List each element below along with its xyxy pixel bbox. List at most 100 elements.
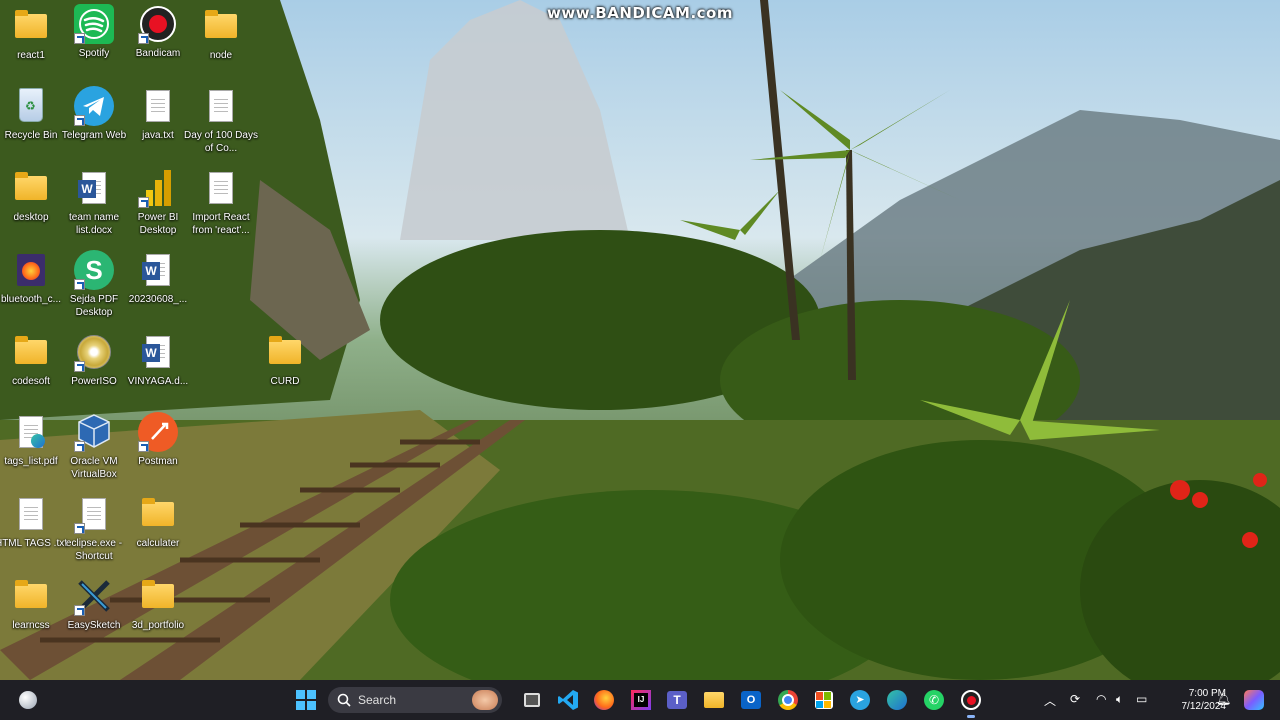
edge-badge-icon	[31, 434, 45, 448]
desktop-icon-postman[interactable]: Postman	[121, 412, 195, 468]
taskbar-teams[interactable]: T	[663, 686, 691, 714]
taskbar-firefox[interactable]	[590, 686, 618, 714]
folder-icon	[142, 498, 174, 526]
power-bi-icon	[146, 170, 172, 206]
taskbar-telegram[interactable]: ➤	[846, 686, 874, 714]
start-button[interactable]	[292, 686, 320, 714]
firefox-icon	[17, 254, 45, 286]
desktop-icon-vinyaga[interactable]: W VINYAGA.d...	[121, 332, 195, 388]
desktop-icon-label: Spotify	[78, 48, 110, 59]
store-icon	[815, 691, 833, 709]
desktop-icon-label: Oracle VM VirtualBox	[70, 456, 118, 480]
file-icon	[82, 498, 106, 530]
taskbar-vscode[interactable]	[554, 686, 582, 714]
desktop-icon-label: Postman	[138, 456, 178, 467]
desktop-icon-team-name-list[interactable]: W team name list.docx	[57, 168, 131, 237]
file-explorer-icon	[704, 692, 724, 708]
text-file-icon	[19, 498, 43, 530]
text-file-icon	[209, 90, 233, 122]
shortcut-arrow-icon	[74, 33, 85, 44]
desktop-icon-label: eclipse.exe - Shortcut	[65, 538, 123, 562]
desktop-icon-calculater[interactable]: calculater	[121, 494, 195, 550]
desktop-icon-curd[interactable]: CURD	[248, 332, 322, 388]
battery-icon[interactable]: ▭	[1136, 692, 1147, 706]
taskbar-search-box[interactable]: Search	[328, 687, 502, 713]
taskbar-bandicam[interactable]	[957, 686, 985, 718]
folder-icon	[142, 580, 174, 608]
intellij-icon: IJ	[631, 690, 651, 710]
desktop-icon-virtualbox[interactable]: Oracle VM VirtualBox	[57, 412, 131, 481]
firefox-icon	[594, 690, 614, 710]
desktop-icon-label: 20230608_...	[128, 294, 188, 305]
desktop-icon-node[interactable]: node	[184, 6, 258, 62]
search-icon	[337, 693, 351, 707]
taskbar-outlook[interactable]: O	[737, 686, 765, 714]
desktop-icon-label: calculater	[136, 538, 180, 549]
shortcut-arrow-icon	[74, 279, 85, 290]
telegram-icon: ➤	[850, 690, 870, 710]
taskbar-whatsapp[interactable]: ✆	[920, 686, 948, 714]
volume-icon[interactable]: 🔈︎	[1116, 692, 1123, 707]
wifi-icon[interactable]: ◠	[1096, 692, 1106, 706]
task-view-icon	[524, 693, 540, 707]
search-label: Search	[358, 693, 397, 707]
edge-icon	[887, 690, 907, 710]
taskbar-edge[interactable]	[883, 686, 911, 714]
desktop-icon-label: CURD	[270, 376, 300, 387]
shortcut-arrow-icon	[74, 361, 85, 372]
bandicam-icon	[961, 690, 981, 710]
taskbar-chrome[interactable]	[774, 686, 802, 714]
outlook-icon: O	[741, 691, 761, 709]
desktop-icon-import-react[interactable]: Import React from 'react'...	[184, 168, 258, 237]
word-badge-icon: W	[142, 344, 160, 362]
whatsapp-icon: ✆	[924, 690, 944, 710]
chevron-up-icon[interactable]: ︿	[1044, 692, 1056, 709]
shortcut-arrow-icon	[74, 605, 85, 616]
shortcut-arrow-icon	[138, 197, 149, 208]
desktop-icon-label: Telegram Web	[61, 130, 127, 141]
widgets-button[interactable]	[14, 686, 42, 714]
shortcut-arrow-icon	[74, 523, 85, 534]
chrome-icon	[778, 690, 798, 710]
folder-icon	[15, 580, 47, 608]
desktop-icon-label: VINYAGA.d...	[127, 376, 189, 387]
desktop-icon-3d-portfolio[interactable]: 3d_portfolio	[121, 576, 195, 632]
desktop-icon-label: Sejda PDF Desktop	[69, 294, 119, 318]
notification-icon[interactable]: 🔔︎	[1216, 692, 1231, 706]
desktop-icon-sejda-pdf[interactable]: S Sejda PDF Desktop	[57, 250, 131, 319]
taskbar-store[interactable]	[810, 686, 838, 714]
taskbar-intellij[interactable]: IJ	[627, 686, 655, 714]
desktop-icon-label: Import React from 'react'...	[192, 212, 250, 236]
desktop-icon-label: EasySketch	[67, 620, 121, 631]
folder-icon	[269, 336, 301, 364]
desktop-icon-label: node	[209, 50, 233, 61]
folder-icon	[15, 336, 47, 364]
desktop-icon-easysketch[interactable]: EasySketch	[57, 576, 131, 632]
text-file-icon	[209, 172, 233, 204]
folder-icon	[205, 10, 237, 38]
folder-icon	[15, 172, 47, 200]
desktop-icon-label: team name list.docx	[68, 212, 120, 236]
shortcut-arrow-icon	[74, 441, 85, 452]
shortcut-arrow-icon	[138, 33, 149, 44]
desktop-icon-20230608[interactable]: W 20230608_...	[121, 250, 195, 306]
desktop-icon-telegram-web[interactable]: Telegram Web	[57, 86, 131, 142]
text-file-icon	[146, 90, 170, 122]
desktop-icon-day-of-100-days[interactable]: Day of 100 Days of Co...	[184, 86, 258, 155]
search-highlight-icon	[472, 690, 498, 710]
desktop-icon-spotify[interactable]: Spotify	[57, 4, 131, 60]
taskbar-file-explorer[interactable]	[700, 686, 728, 714]
desktop-icon-poweriso[interactable]: PowerISO	[57, 332, 131, 388]
shortcut-arrow-icon	[74, 115, 85, 126]
copilot-button[interactable]	[1244, 690, 1264, 710]
desktop-icon-label: 3d_portfolio	[131, 620, 185, 631]
sync-icon[interactable]: ⟳	[1070, 692, 1080, 706]
desktop-icon-label: PowerISO	[71, 376, 117, 387]
start-icon	[296, 690, 316, 710]
recycle-bin-icon: ♻	[19, 88, 43, 122]
folder-icon	[15, 10, 47, 38]
desktop-icon-eclipse-shortcut[interactable]: eclipse.exe - Shortcut	[57, 494, 131, 563]
teams-icon: T	[667, 691, 687, 709]
task-view-button[interactable]	[518, 686, 546, 714]
word-badge-icon: W	[78, 180, 96, 198]
